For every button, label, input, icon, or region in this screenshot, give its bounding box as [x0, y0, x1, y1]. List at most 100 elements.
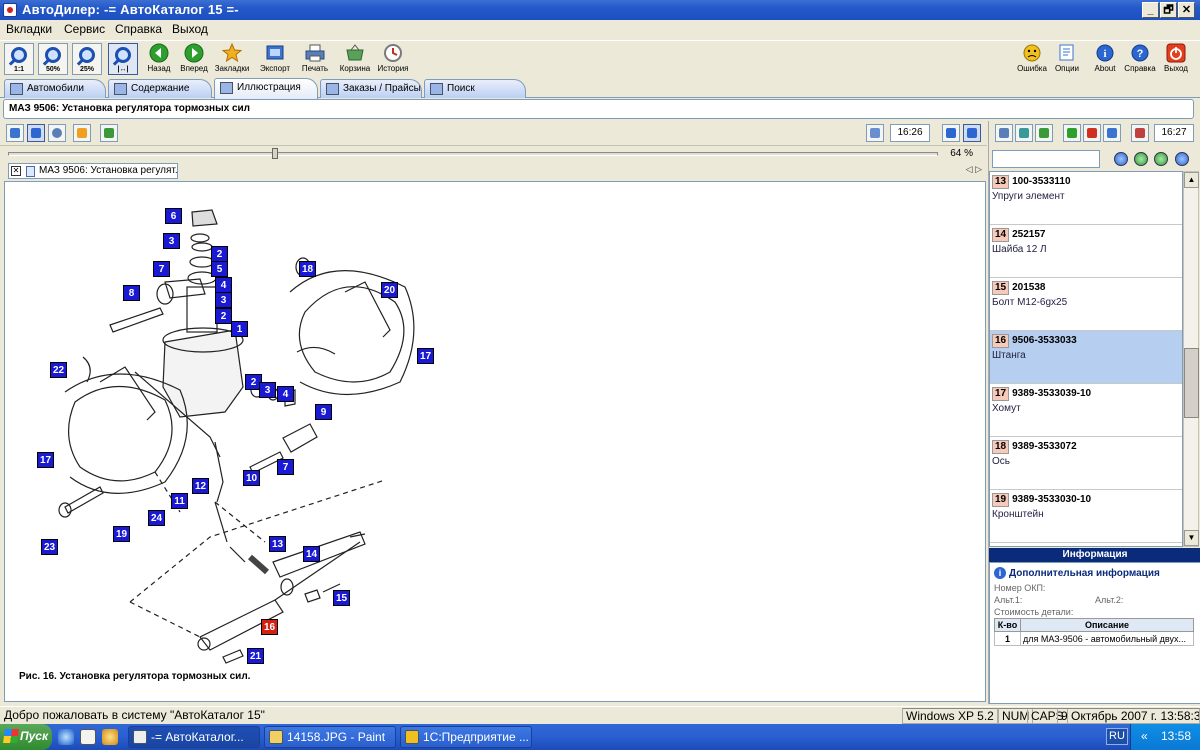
document-tab[interactable]: ✕ МАЗ 9506: Установка регулят... [8, 163, 178, 179]
taskbar-item-autocatalog[interactable]: -= АвтоКаталог... [128, 726, 260, 748]
zoom-50-button[interactable]: 50% [38, 43, 68, 75]
table-row[interactable]: 1 для МАЗ-9506 - автомобильный двух... [994, 631, 1194, 646]
language-indicator[interactable]: RU [1106, 728, 1128, 745]
callout-20[interactable]: 20 [381, 282, 398, 298]
restore-button[interactable]: 🗗 [1160, 2, 1177, 18]
zoom-slider[interactable]: 64 % [0, 147, 987, 161]
callout-5[interactable]: 5 [211, 261, 228, 277]
last-record-icon[interactable] [1175, 152, 1189, 166]
callout-16-selected[interactable]: 16 [261, 619, 278, 635]
tray-expand-icon[interactable]: « [1141, 729, 1148, 743]
copy-button[interactable] [866, 124, 884, 142]
export-button[interactable]: Экспорт [258, 43, 292, 73]
ie-icon[interactable] [58, 729, 74, 745]
quick-launch-app-icon[interactable] [102, 729, 118, 745]
scroll-up-icon[interactable]: ▲ [1184, 172, 1199, 188]
list-item[interactable]: 15 201538 Болт М12-6gx25 [990, 278, 1182, 331]
about-button[interactable]: i About [1090, 43, 1120, 73]
callout-7[interactable]: 7 [153, 261, 170, 277]
callout-7b[interactable]: 7 [277, 459, 294, 475]
taskbar-item-paint[interactable]: 14158.JPG - Paint [264, 726, 396, 748]
callout-17[interactable]: 17 [417, 348, 434, 364]
filter-button[interactable] [1035, 124, 1053, 142]
history-button[interactable]: История [376, 43, 410, 73]
edit-button[interactable] [1103, 124, 1121, 142]
callout-11[interactable]: 11 [171, 493, 188, 509]
app-icon[interactable] [3, 3, 17, 17]
export-image-button[interactable] [100, 124, 118, 142]
zoom-25-button[interactable]: 25% [72, 43, 102, 75]
callout-3b[interactable]: 3 [215, 292, 232, 308]
illustration-canvas[interactable]: 6 3 2 5 7 4 8 3 2 1 18 20 17 22 2 3 4 9 … [4, 181, 986, 702]
exit-button[interactable]: Выход [1160, 43, 1192, 73]
zoom-fit-width-button[interactable]: |↔| [108, 43, 138, 75]
close-document-icon[interactable]: ✕ [11, 166, 21, 176]
first-record-icon[interactable] [1114, 152, 1128, 166]
menu-help[interactable]: Справка [115, 22, 162, 36]
callout-2[interactable]: 2 [211, 246, 228, 262]
callout-19[interactable]: 19 [113, 526, 130, 542]
callout-24[interactable]: 24 [148, 510, 165, 526]
list-item[interactable]: 17 9389-3533039-10 Хомут [990, 384, 1182, 437]
split-view-button[interactable] [963, 124, 981, 142]
next-record-icon[interactable] [1154, 152, 1168, 166]
zoom-slider-track[interactable] [8, 152, 938, 156]
save-button[interactable] [1131, 124, 1149, 142]
list-item[interactable]: 18 9389-3533072 Ось [990, 437, 1182, 490]
clock[interactable]: 13:58 [1161, 729, 1191, 743]
help-button[interactable]: ? Справка [1124, 43, 1156, 73]
list-view-button[interactable] [942, 124, 960, 142]
grid-view-button[interactable] [27, 124, 45, 142]
zoom-slider-thumb[interactable] [272, 148, 278, 159]
menu-tabs[interactable]: Вкладки [6, 22, 52, 36]
delete-button[interactable] [1083, 124, 1101, 142]
menu-service[interactable]: Сервис [64, 22, 105, 36]
tab-orders[interactable]: Заказы / Прайсы [320, 79, 422, 98]
scroll-thumb[interactable] [1184, 348, 1199, 418]
callout-8[interactable]: 8 [123, 285, 140, 301]
zoom-1-1-button[interactable]: 1:1 [4, 43, 34, 75]
options-button[interactable]: Опции [1052, 43, 1082, 73]
callout-14[interactable]: 14 [303, 546, 320, 562]
callout-1[interactable]: 1 [231, 321, 248, 337]
tab-search[interactable]: Поиск [424, 79, 526, 98]
layers-button[interactable] [48, 124, 66, 142]
menu-exit[interactable]: Выход [172, 22, 208, 36]
up-button[interactable] [1063, 124, 1081, 142]
callout-22[interactable]: 22 [50, 362, 67, 378]
document-nav-arrows[interactable]: ◁ ▷ [966, 164, 982, 175]
scroll-down-icon[interactable]: ▼ [1184, 530, 1199, 546]
list-item[interactable]: 14 252157 Шайба 12 Л [990, 225, 1182, 278]
callout-12[interactable]: 12 [192, 478, 209, 494]
callout-2b[interactable]: 2 [215, 308, 232, 324]
minimize-button[interactable]: _ [1142, 2, 1159, 18]
list-item-selected[interactable]: 16 9506-3533033 Штанга [990, 331, 1182, 384]
tab-cars[interactable]: Автомобили [4, 79, 106, 98]
callout-17b[interactable]: 17 [37, 452, 54, 468]
forward-button[interactable]: Вперед [178, 43, 210, 73]
print-button[interactable]: Печать [298, 43, 332, 73]
previous-record-icon[interactable] [1134, 152, 1148, 166]
close-button[interactable]: ✕ [1178, 2, 1195, 18]
favorite-button[interactable] [73, 124, 91, 142]
bookmarks-button[interactable]: Закладки [214, 43, 250, 73]
callout-4[interactable]: 4 [215, 277, 232, 293]
callout-3c[interactable]: 3 [259, 382, 276, 398]
list-item[interactable]: 13 100-3533110 Упруги элемент [990, 172, 1182, 225]
callout-15[interactable]: 15 [333, 590, 350, 606]
callout-18[interactable]: 18 [299, 261, 316, 277]
list-item[interactable]: 19 9389-3533030-10 Кронштейн [990, 490, 1182, 543]
copy-part-button[interactable] [995, 124, 1013, 142]
basket-button[interactable]: Корзина [338, 43, 372, 73]
callout-21[interactable]: 21 [247, 648, 264, 664]
parts-search-input[interactable] [992, 150, 1100, 168]
tab-illustration[interactable]: Иллюстрация [214, 78, 318, 99]
callout-4b[interactable]: 4 [277, 386, 294, 402]
callout-13[interactable]: 13 [269, 536, 286, 552]
callout-6[interactable]: 6 [165, 208, 182, 224]
tab-contents[interactable]: Содержание [108, 79, 212, 98]
desktop-icon[interactable] [80, 729, 96, 745]
back-button[interactable]: Назад [144, 43, 174, 73]
parts-scrollbar[interactable]: ▲ ▼ [1183, 171, 1199, 547]
callout-9[interactable]: 9 [315, 404, 332, 420]
